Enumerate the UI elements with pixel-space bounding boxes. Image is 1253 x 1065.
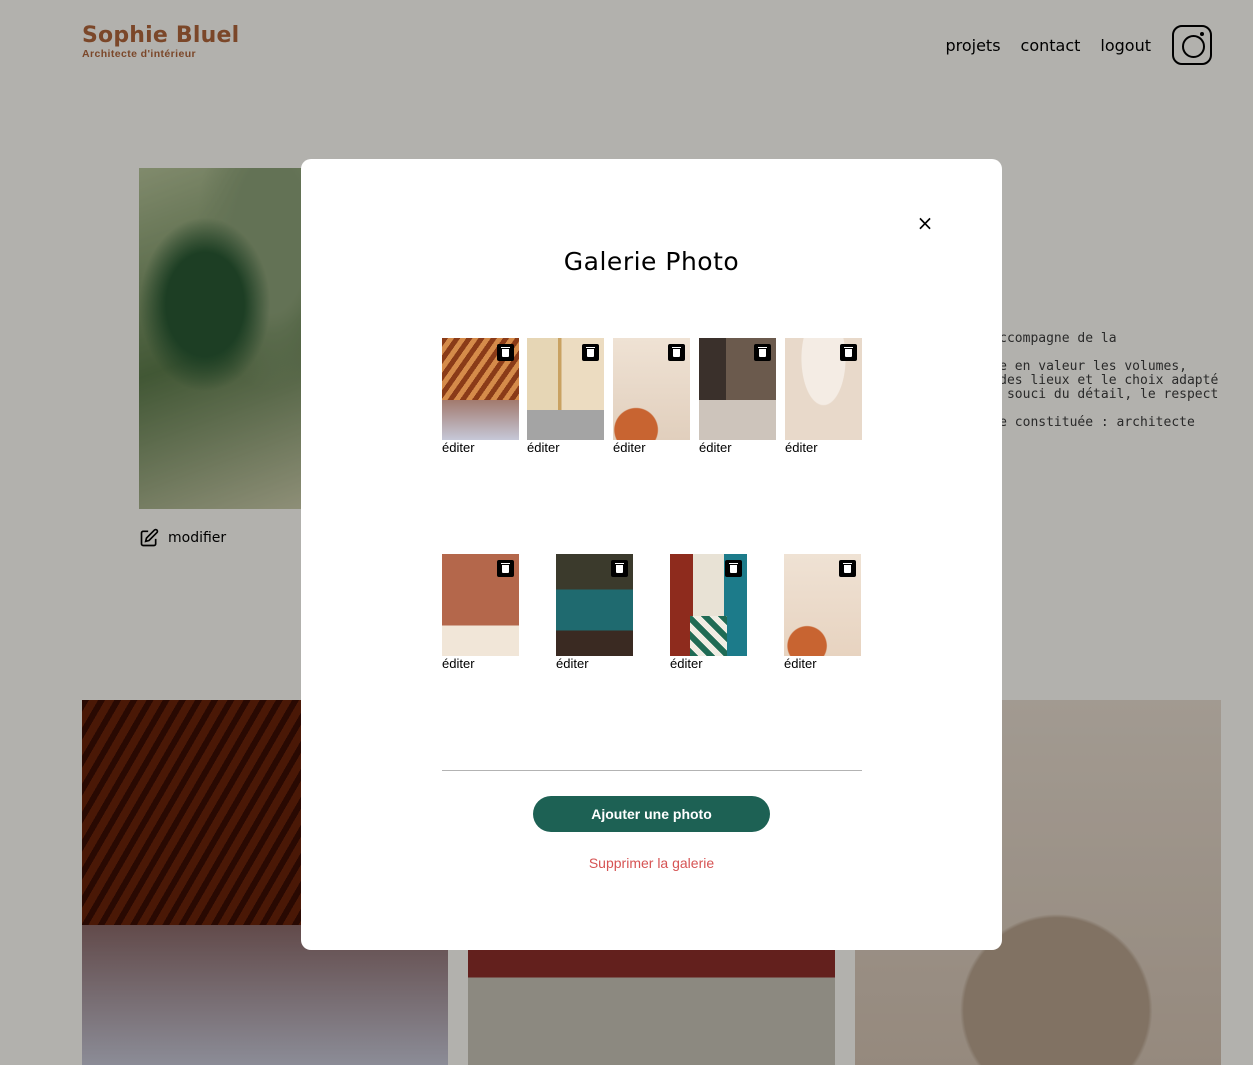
thumbnail: éditer (556, 554, 633, 672)
thumbnail: éditer (442, 338, 519, 456)
modal-title: Galerie Photo (563, 247, 740, 276)
trash-icon[interactable] (725, 560, 742, 577)
edit-link[interactable]: éditer (785, 440, 862, 456)
thumbnail-image (527, 338, 604, 440)
trash-icon[interactable] (839, 560, 856, 577)
close-icon[interactable]: × (915, 212, 935, 234)
gallery-modal: × Galerie Photo éditer éditer éditer édi… (301, 159, 1002, 950)
edit-link[interactable]: éditer (670, 656, 747, 672)
thumbnail-image (442, 338, 519, 440)
thumbnail: éditer (785, 338, 862, 456)
trash-icon[interactable] (668, 344, 685, 361)
thumbnail-image (699, 338, 776, 440)
thumbnail: éditer (699, 338, 776, 456)
thumbnail-image (784, 554, 861, 656)
edit-link[interactable]: éditer (527, 440, 604, 456)
trash-icon[interactable] (497, 344, 514, 361)
edit-link[interactable]: éditer (442, 656, 519, 672)
edit-link[interactable]: éditer (442, 440, 519, 456)
edit-link[interactable]: éditer (699, 440, 776, 456)
delete-gallery-link[interactable]: Supprimer la galerie (301, 855, 1002, 871)
edit-link[interactable]: éditer (556, 656, 633, 672)
add-photo-button[interactable]: Ajouter une photo (533, 796, 770, 832)
trash-icon[interactable] (754, 344, 771, 361)
trash-icon[interactable] (582, 344, 599, 361)
trash-icon[interactable] (611, 560, 628, 577)
thumbnail: éditer (784, 554, 861, 672)
thumbnail: éditer (613, 338, 690, 456)
trash-icon[interactable] (840, 344, 857, 361)
thumbnail: éditer (442, 554, 519, 672)
trash-icon[interactable] (497, 560, 514, 577)
thumbnail-image (556, 554, 633, 656)
edit-link[interactable]: éditer (784, 656, 861, 672)
divider (442, 770, 862, 771)
thumbnail-image (785, 338, 862, 440)
thumbnail: éditer (670, 554, 747, 672)
thumbnail: éditer (527, 338, 604, 456)
edit-link[interactable]: éditer (613, 440, 690, 456)
thumbnail-image (670, 554, 747, 656)
thumbnail-image (442, 554, 519, 656)
thumbnail-image (613, 338, 690, 440)
